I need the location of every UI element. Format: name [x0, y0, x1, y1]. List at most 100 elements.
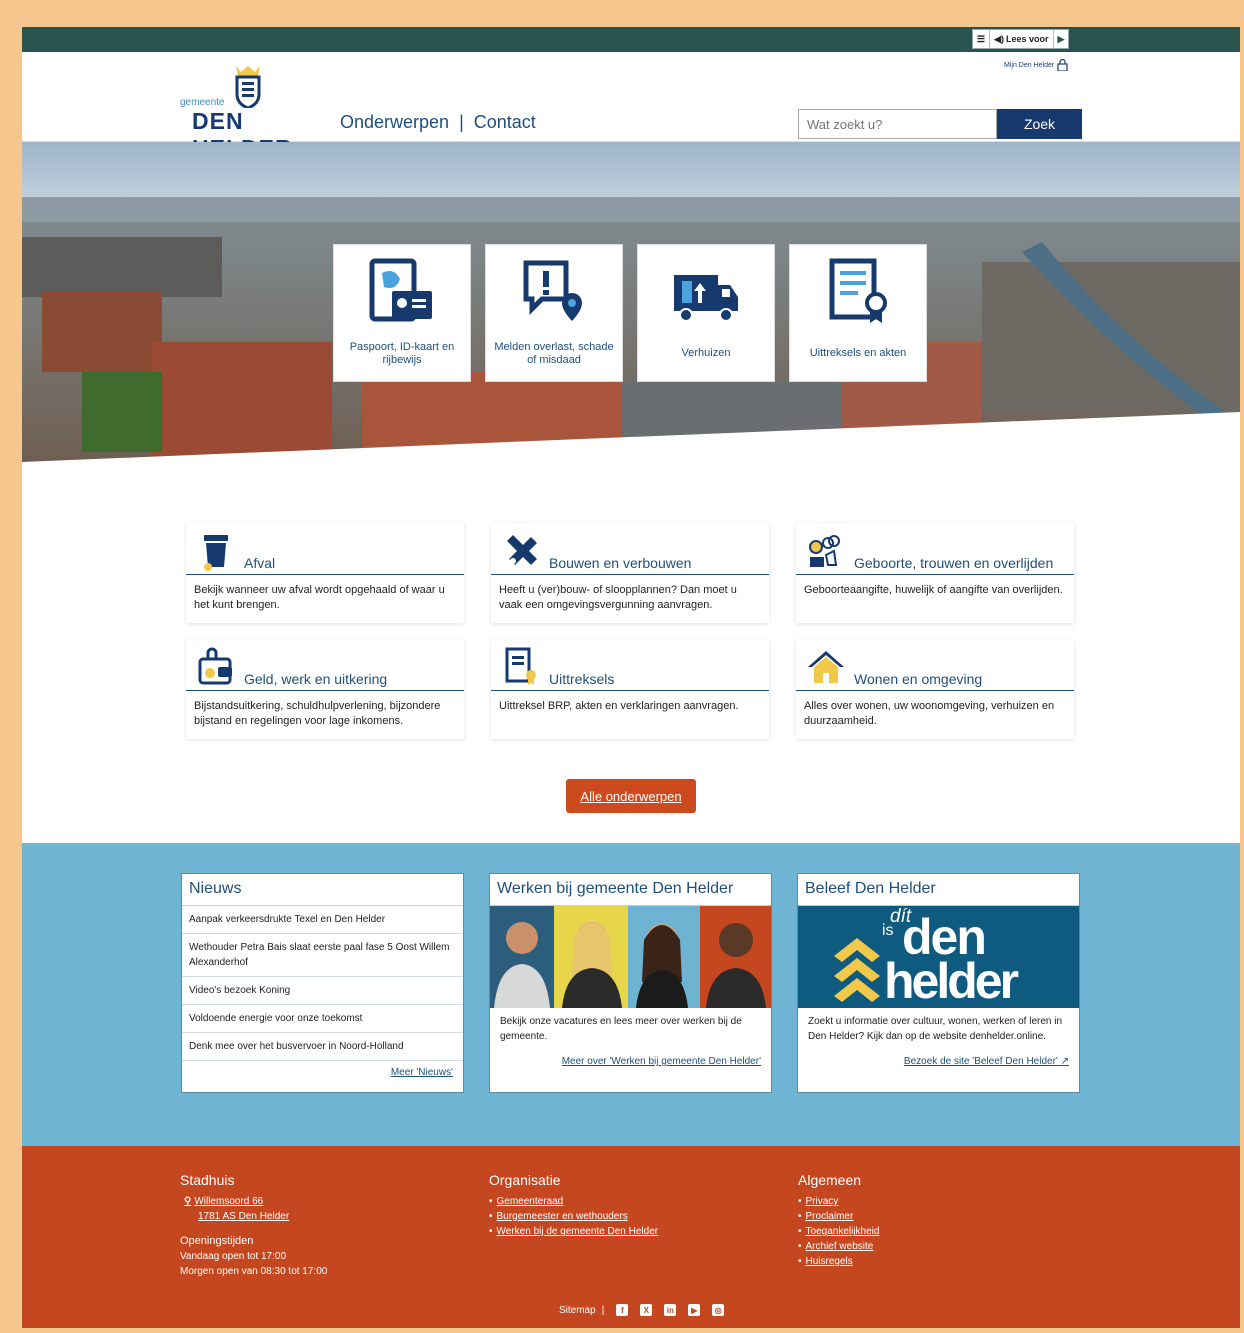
topic-title: Afval — [244, 555, 276, 571]
news-item[interactable]: Voldoende energie voor onze toekomst — [182, 1005, 463, 1033]
tile-label: Melden overlast, schade of misdaad — [494, 341, 614, 366]
instagram-icon[interactable]: ◎ — [712, 1304, 725, 1316]
site-logo[interactable]: gemeente DEN HELDER — [180, 64, 325, 161]
topic-card-geboorte[interactable]: Geboorte, trouwen en overlijden Geboorte… — [796, 523, 1074, 623]
more-news-link[interactable]: Meer 'Nieuws' — [182, 1061, 463, 1084]
address-link[interactable]: ⚲ Willemsoord 66 — [180, 1194, 327, 1209]
footer-algemeen: Algemeen Privacy Proclaimer Toegankelijk… — [798, 1172, 879, 1269]
news-title: Nieuws — [182, 874, 463, 906]
footer-heading: Stadhuis — [180, 1172, 235, 1188]
topic-description: Bekijk wanneer uw afval wordt opgehaald … — [194, 584, 445, 611]
city-photo — [22, 142, 1240, 486]
beleef-link[interactable]: Bezoek de site 'Beleef Den Helder' ↗ — [798, 1050, 1079, 1073]
topic-card-afval[interactable]: Afval Bekijk wanneer uw afval wordt opge… — [186, 523, 464, 623]
news-item[interactable]: Wethouder Petra Bais slaat eerste paal f… — [182, 934, 463, 977]
employees-photo — [490, 906, 771, 1008]
hero-section: Paspoort, ID-kaart en rijbewijs Melden o… — [22, 142, 1240, 486]
linkedin-icon[interactable]: in — [664, 1304, 677, 1316]
main-nav: Onderwerpen | Contact — [340, 112, 536, 133]
footer-link[interactable]: Privacy — [798, 1194, 879, 1209]
crest-icon — [235, 66, 261, 108]
wallet-icon — [198, 647, 232, 685]
beleef-link-label: Bezoek de site 'Beleef Den Helder' — [903, 1056, 1058, 1067]
search-button[interactable]: Zoek — [997, 109, 1082, 139]
nav-onderwerpen[interactable]: Onderwerpen — [340, 112, 449, 133]
tile-label: Verhuizen — [681, 347, 731, 359]
lock-icon — [1057, 59, 1068, 71]
quick-tile-uittreksels[interactable]: Uittreksels en akten — [789, 244, 927, 382]
footer-heading: Organisatie — [489, 1172, 561, 1188]
footer-link[interactable]: Burgemeester en wethouders — [489, 1209, 658, 1224]
topic-header: Geld, werk en uitkering — [186, 639, 464, 691]
werken-link[interactable]: Meer over 'Werken bij gemeente Den Helde… — [490, 1050, 771, 1073]
topic-header: Uittreksels — [491, 639, 769, 691]
banner-helder: helder — [884, 953, 1019, 1008]
menu-icon[interactable]: ☰ — [973, 30, 991, 48]
news-item[interactable]: Video's bezoek Koning — [182, 977, 463, 1005]
footer-stadhuis: Stadhuis ⚲ Willemsoord 66 1781 AS Den Hel… — [180, 1172, 327, 1279]
footer-link[interactable]: Toegankelijkheid — [798, 1224, 880, 1239]
footer-organisatie: Organisatie Gemeenteraad Burgemeester en… — [489, 1172, 658, 1239]
document-icon — [505, 647, 536, 685]
sitemap-link[interactable]: Sitemap — [559, 1305, 596, 1316]
x-icon[interactable]: X — [640, 1304, 653, 1316]
facebook-icon[interactable]: f — [616, 1304, 629, 1316]
beleef-card: Beleef Den Helder dít is den helder Zoek… — [797, 873, 1080, 1093]
hours-today: Vandaag open tot 17:00 — [180, 1251, 287, 1262]
news-item[interactable]: Denk mee over het busvervoer in Noord-Ho… — [182, 1033, 463, 1061]
footer-link[interactable]: Archief website — [798, 1239, 879, 1254]
footer-separator: | — [601, 1304, 605, 1316]
id-card-icon — [369, 258, 432, 322]
tile-label: Uittreksels en akten — [809, 347, 907, 359]
beleef-description: Zoekt u informatie over cultuur, wonen, … — [808, 1016, 1063, 1042]
chevron-up-icon — [834, 938, 880, 1002]
quick-tile-paspoort[interactable]: Paspoort, ID-kaart en rijbewijs — [333, 244, 471, 382]
mijn-den-helder-link[interactable]: Mijn Den Helder — [1004, 59, 1068, 71]
alle-onderwerpen-button[interactable]: Alle onderwerpen — [566, 779, 696, 813]
footer-bottom: Sitemap | f X in ▶ ◎ — [559, 1304, 725, 1316]
topic-card-geld[interactable]: Geld, werk en uitkering Bijstandsuitkeri… — [186, 639, 464, 739]
tools-icon — [507, 535, 537, 565]
location-pin-icon: ⚲ — [184, 1196, 192, 1207]
topic-card-wonen[interactable]: Wonen en omgeving Alles over wonen, uw w… — [796, 639, 1074, 739]
highlights-section: Nieuws Aanpak verkeersdrukte Texel en De… — [22, 843, 1240, 1146]
tile-label: Paspoort, ID-kaart en rijbewijs — [349, 341, 455, 366]
youtube-icon[interactable]: ▶ — [688, 1304, 701, 1316]
top-bar: ☰ ◀) Lees voor ▶ — [22, 27, 1240, 52]
news-item[interactable]: Aanpak verkeersdrukte Texel en Den Helde… — [182, 906, 463, 934]
footer-heading: Algemeen — [798, 1172, 862, 1188]
nav-contact[interactable]: Contact — [474, 112, 536, 133]
topic-card-bouwen[interactable]: Bouwen en verbouwen Heeft u (ver)bouw- o… — [491, 523, 769, 623]
address-line-2[interactable]: 1781 AS Den Helder — [180, 1209, 327, 1224]
footer-link[interactable]: Huisregels — [798, 1254, 879, 1269]
nav-separator: | — [459, 112, 464, 132]
topic-card-uittreksels[interactable]: Uittreksels Uittreksel BRP, akten en ver… — [491, 639, 769, 739]
hours-tomorrow: Morgen open van 08:30 tot 17:00 — [180, 1266, 328, 1277]
bin-icon — [204, 535, 228, 571]
mijn-label: Mijn Den Helder — [1004, 61, 1055, 69]
hours-title: Openingstijden — [180, 1235, 254, 1247]
logo-small-text: gemeente — [180, 97, 225, 108]
topic-description: Uittreksel BRP, akten en verklaringen aa… — [499, 700, 739, 712]
werken-description: Bekijk onze vacatures en lees meer over … — [500, 1016, 742, 1042]
read-aloud-button[interactable]: ◀) Lees voor — [990, 30, 1054, 48]
quick-tile-verhuizen[interactable]: Verhuizen — [637, 244, 775, 382]
play-icon[interactable]: ▶ — [1054, 30, 1069, 48]
footer-link[interactable]: Proclaimer — [798, 1209, 879, 1224]
topic-header: Geboorte, trouwen en overlijden — [796, 523, 1074, 575]
werken-title: Werken bij gemeente Den Helder — [490, 874, 771, 906]
search-input[interactable] — [798, 109, 997, 139]
site-header: Mijn Den Helder gemeente DEN HELDER Onde… — [22, 52, 1240, 161]
quick-tile-melden[interactable]: Melden overlast, schade of misdaad — [485, 244, 623, 382]
read-aloud-widget[interactable]: ☰ ◀) Lees voor ▶ — [972, 29, 1070, 49]
footer-link[interactable]: Werken bij de gemeente Den Helder — [489, 1224, 659, 1239]
topic-title: Wonen en omgeving — [854, 671, 983, 687]
topic-header: Wonen en omgeving — [796, 639, 1074, 691]
address-line-1: Willemsoord 66 — [194, 1196, 264, 1207]
moving-truck-icon — [674, 275, 738, 322]
report-location-icon — [523, 260, 582, 321]
speaker-icon: ◀) — [994, 33, 1004, 44]
footer-link[interactable]: Gemeenteraad — [489, 1194, 658, 1209]
page: ☰ ◀) Lees voor ▶ Mijn Den Helder gemeente… — [22, 27, 1240, 1328]
read-aloud-label: Lees voor — [1006, 34, 1049, 44]
